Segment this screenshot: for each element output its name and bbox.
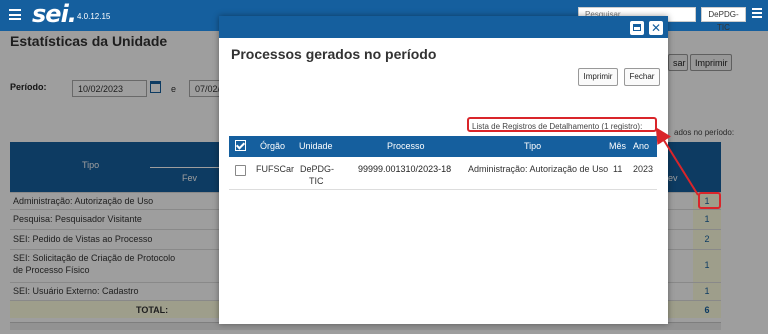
cell-unidade-line2: TIC	[309, 176, 324, 186]
cell-unidade: DePDG-	[300, 164, 335, 174]
details-table-header: Órgão Unidade Processo Tipo Mês Ano	[229, 136, 657, 157]
column-header-tipo: Tipo	[524, 141, 542, 151]
unit-selector-button[interactable]: DePDG-TIC	[701, 7, 746, 32]
sei-logo[interactable]: sei.	[32, 0, 77, 28]
highlight-box-cell	[698, 192, 721, 209]
side-menu-icon[interactable]	[752, 8, 762, 20]
modal-title-bar: ✕	[219, 16, 668, 38]
cell-orgao: FUFSCar	[256, 164, 294, 174]
column-header-unidade: Unidade	[299, 141, 333, 151]
process-number-link[interactable]: 99999.001310/2023-18	[358, 164, 451, 174]
close-button[interactable]: Fechar	[624, 68, 660, 86]
print-button[interactable]: Imprimir	[578, 68, 618, 86]
maximize-icon[interactable]	[630, 21, 644, 35]
app-version: 4.0.12.15	[77, 12, 111, 21]
hamburger-menu-icon[interactable]	[9, 9, 21, 20]
cell-tipo: Administração: Autorização de Uso	[468, 164, 609, 174]
column-header-mes: Mês	[609, 141, 627, 151]
close-icon[interactable]: ✕	[649, 21, 663, 35]
table-row: FUFSCar DePDG- TIC 99999.001310/2023-18 …	[229, 157, 657, 190]
details-modal: ✕ Processos gerados no período Imprimir …	[219, 16, 668, 324]
column-header-ano: Ano	[633, 141, 650, 151]
cell-ano: 2023	[633, 164, 654, 174]
row-checkbox[interactable]	[235, 165, 246, 176]
column-header-processo: Processo	[387, 141, 425, 151]
column-header-orgao: Órgão	[260, 141, 286, 151]
highlight-box-caption	[467, 117, 657, 132]
cell-mes: 11	[613, 164, 623, 174]
select-all-checkbox[interactable]	[235, 140, 246, 151]
modal-title: Processos gerados no período	[231, 46, 437, 62]
